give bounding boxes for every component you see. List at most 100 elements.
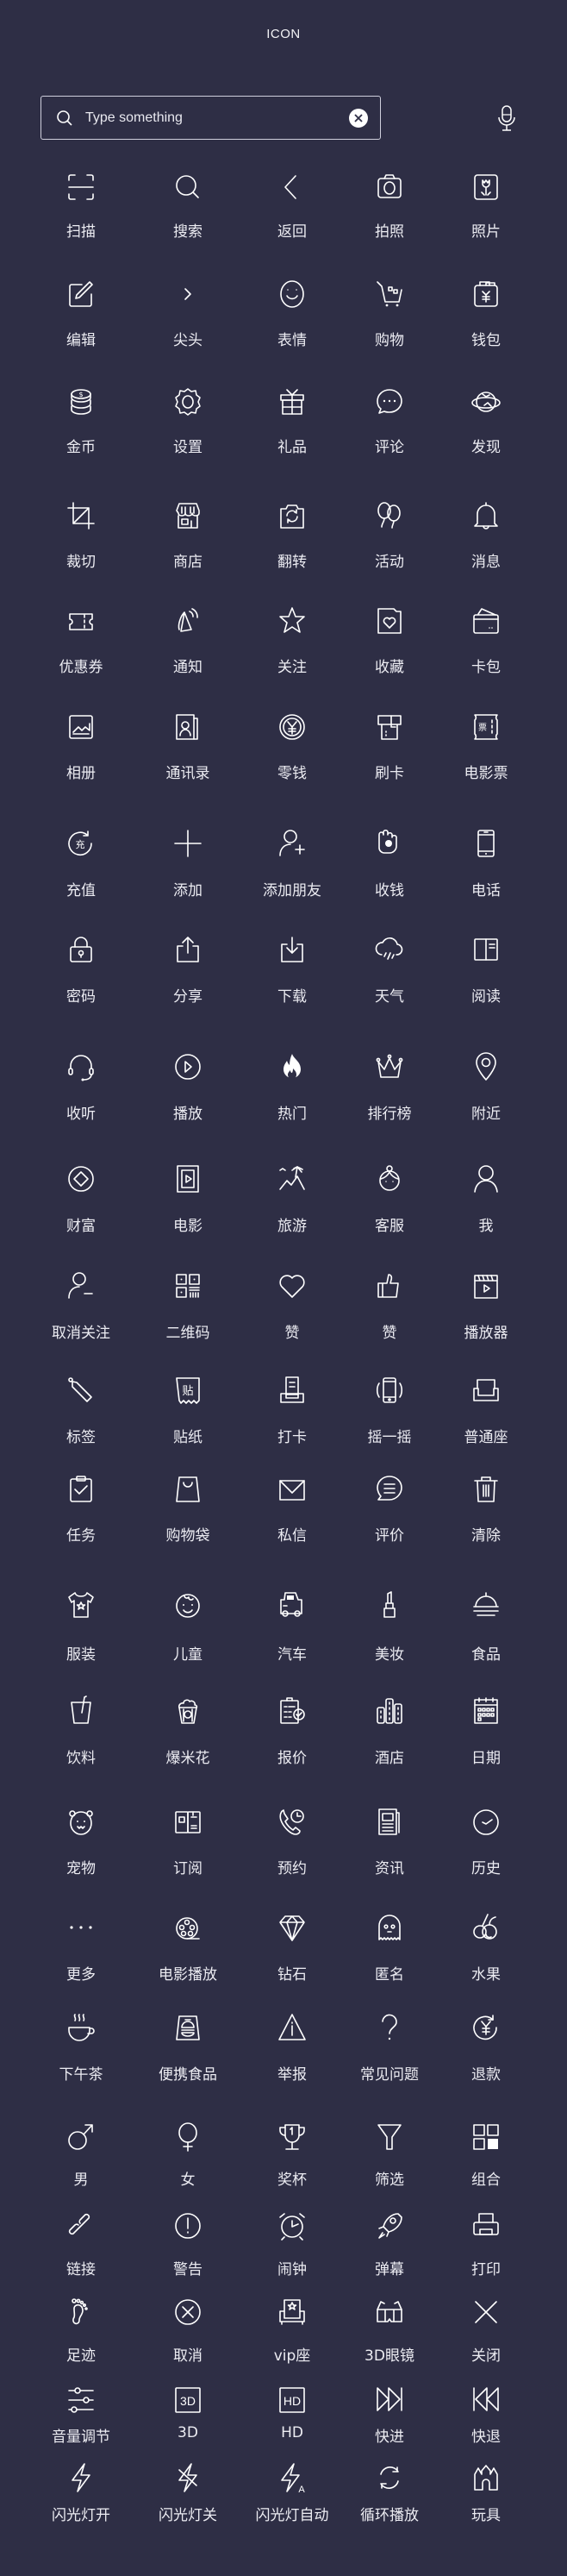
- icon-item-share[interactable]: 分享: [136, 934, 240, 1006]
- icon-item-toy-castle[interactable]: 玩具: [434, 2462, 538, 2531]
- icon-item-pet[interactable]: 宠物: [29, 1807, 133, 1877]
- icon-item-link[interactable]: 链接: [29, 2210, 133, 2279]
- icon-item-footprint[interactable]: 足迹: [29, 2297, 133, 2366]
- icon-item-more[interactable]: 更多: [29, 1912, 133, 1984]
- icon-item-wallet[interactable]: 钱包: [434, 279, 538, 349]
- icon-item-lock[interactable]: 密码: [29, 934, 133, 1006]
- clear-button[interactable]: [349, 108, 368, 128]
- icon-item-hotel[interactable]: 酒店: [338, 1695, 441, 1767]
- icon-item-thumbs-up[interactable]: 赞: [338, 1270, 441, 1342]
- icon-item-trash[interactable]: 清除: [434, 1474, 538, 1545]
- icon-item-location[interactable]: 附近: [434, 1051, 538, 1123]
- icon-item-notify[interactable]: 通知: [136, 605, 240, 676]
- icon-item-sticker[interactable]: 贴贴纸: [136, 1375, 240, 1446]
- icon-item-star[interactable]: 关注: [240, 605, 344, 676]
- icon-item-remove-user[interactable]: 取消关注: [29, 1270, 133, 1342]
- icon-item-loop[interactable]: 循环播放: [338, 2462, 441, 2531]
- icon-item-task[interactable]: 任务: [29, 1474, 133, 1545]
- icon-item-cancel[interactable]: 取消: [136, 2297, 240, 2366]
- icon-item-mail[interactable]: 私信: [240, 1474, 344, 1545]
- icon-item-lipstick[interactable]: 美妆: [338, 1589, 441, 1664]
- icon-item-car[interactable]: 汽车: [240, 1589, 344, 1664]
- icon-item-movie-ticket[interactable]: 票电影票: [434, 711, 538, 782]
- icon-item-coins[interactable]: $ 金币: [29, 386, 133, 456]
- icon-item-child[interactable]: 儿童: [136, 1589, 240, 1664]
- icon-item-alert[interactable]: 警告: [136, 2210, 240, 2279]
- icon-item-history[interactable]: 历史: [434, 1807, 538, 1877]
- icon-item-3d-glasses[interactable]: 3D眼镜: [338, 2297, 441, 2366]
- icon-item-service[interactable]: 客服: [338, 1163, 441, 1235]
- icon-item-news[interactable]: 资讯: [338, 1807, 441, 1877]
- icon-item-plus[interactable]: 添加: [136, 828, 240, 899]
- icon-item-quote[interactable]: 报价: [240, 1695, 344, 1767]
- icon-item-3d[interactable]: 3D 3D: [136, 2385, 240, 2454]
- icon-item-photo[interactable]: 照片: [434, 172, 538, 241]
- icon-item-flash-on[interactable]: 闪光灯开: [29, 2462, 133, 2531]
- icon-item-printer[interactable]: 打印: [434, 2210, 538, 2279]
- icon-item-film[interactable]: 电影: [136, 1163, 240, 1235]
- icon-item-filter[interactable]: 筛选: [338, 2122, 441, 2191]
- icon-item-favorite-folder[interactable]: 收藏: [338, 605, 441, 676]
- icon-item-tea[interactable]: 下午茶: [29, 2012, 133, 2084]
- icon-item-combine[interactable]: 组合: [434, 2122, 538, 2191]
- icon-item-sliders[interactable]: 音量调节: [29, 2385, 133, 2454]
- icon-item-ghost[interactable]: 匿名: [338, 1912, 441, 1984]
- icon-item-tag[interactable]: 标签: [29, 1375, 133, 1446]
- icon-item-camera[interactable]: 拍照: [338, 172, 441, 241]
- icon-item-trophy[interactable]: 奖杯: [240, 2122, 344, 2191]
- icon-item-female[interactable]: 女: [136, 2122, 240, 2191]
- icon-item-contacts[interactable]: 通讯录: [136, 711, 240, 782]
- icon-item-book[interactable]: 阅读: [434, 934, 538, 1006]
- search-input[interactable]: [85, 110, 349, 126]
- icon-item-male[interactable]: 男: [29, 2122, 133, 2191]
- icon-item-vip-seat[interactable]: vip座: [240, 2297, 344, 2366]
- icon-item-smile[interactable]: 表情: [240, 279, 344, 349]
- icon-item-fruit[interactable]: 水果: [434, 1912, 538, 1984]
- icon-item-headset[interactable]: 收听: [29, 1051, 133, 1123]
- icon-item-flash-auto[interactable]: A 闪光灯自动: [240, 2462, 344, 2531]
- icon-item-receive-money[interactable]: 收钱: [338, 828, 441, 899]
- icon-item-recharge[interactable]: 充充值: [29, 828, 133, 899]
- icon-item-qrcode[interactable]: 二维码: [136, 1270, 240, 1342]
- icon-item-add-friend[interactable]: 添加朋友: [240, 828, 344, 899]
- icon-item-back[interactable]: 返回: [240, 172, 344, 241]
- icon-item-balloons[interactable]: 活动: [338, 500, 441, 571]
- icon-item-card-wallet[interactable]: 卡包: [434, 605, 538, 676]
- icon-item-travel[interactable]: 旅游: [240, 1163, 344, 1235]
- icon-item-crop[interactable]: 裁切: [29, 500, 133, 571]
- icon-item-alarm[interactable]: 闹钟: [240, 2210, 344, 2279]
- icon-item-close[interactable]: 关闭: [434, 2297, 538, 2366]
- icon-item-clothes[interactable]: 服装: [29, 1589, 133, 1664]
- icon-item-crown[interactable]: 排行榜: [338, 1051, 441, 1123]
- icon-item-card-swipe[interactable]: 刷卡: [338, 711, 441, 782]
- icon-item-user[interactable]: 我: [434, 1163, 538, 1235]
- icon-item-wealth[interactable]: 财富: [29, 1163, 133, 1235]
- icon-item-cart[interactable]: 购物: [338, 279, 441, 349]
- icon-item-rocket[interactable]: 弹幕: [338, 2210, 441, 2279]
- icon-item-phone[interactable]: 电话: [434, 828, 538, 899]
- icon-item-diamond[interactable]: 钻石: [240, 1912, 344, 1984]
- icon-item-planet[interactable]: 发现: [434, 386, 538, 456]
- icon-item-warning-triangle[interactable]: 举报: [240, 2012, 344, 2084]
- icon-item-weather[interactable]: 天气: [338, 934, 441, 1006]
- icon-item-popcorn[interactable]: 爆米花: [136, 1695, 240, 1767]
- icon-item-search[interactable]: 搜索: [136, 172, 240, 241]
- icon-item-seat[interactable]: 普通座: [434, 1375, 538, 1446]
- icon-item-review[interactable]: 评价: [338, 1474, 441, 1545]
- icon-item-player[interactable]: 播放器: [434, 1270, 538, 1342]
- icon-item-fast-forward[interactable]: 快进: [338, 2385, 441, 2454]
- icon-item-play-circle[interactable]: 播放: [136, 1051, 240, 1123]
- icon-item-scan[interactable]: 扫描: [29, 172, 133, 241]
- icon-item-rewind[interactable]: 快退: [434, 2385, 538, 2454]
- icon-item-flash-off[interactable]: 闪光灯关: [136, 2462, 240, 2531]
- icon-item-heart[interactable]: 赞: [240, 1270, 344, 1342]
- icon-item-food[interactable]: 食品: [434, 1589, 538, 1664]
- icon-item-shake[interactable]: 摇一摇: [338, 1375, 441, 1446]
- icon-item-portable-food[interactable]: 便携食品: [136, 2012, 240, 2084]
- icon-item-coupon[interactable]: 优惠券: [29, 605, 133, 676]
- icon-item-edit[interactable]: 编辑: [29, 279, 133, 349]
- icon-item-gear[interactable]: 设置: [136, 386, 240, 456]
- icon-item-gift[interactable]: 礼品: [240, 386, 344, 456]
- icon-item-reservation[interactable]: 预约: [240, 1807, 344, 1877]
- icon-item-hd[interactable]: HD HD: [240, 2385, 344, 2454]
